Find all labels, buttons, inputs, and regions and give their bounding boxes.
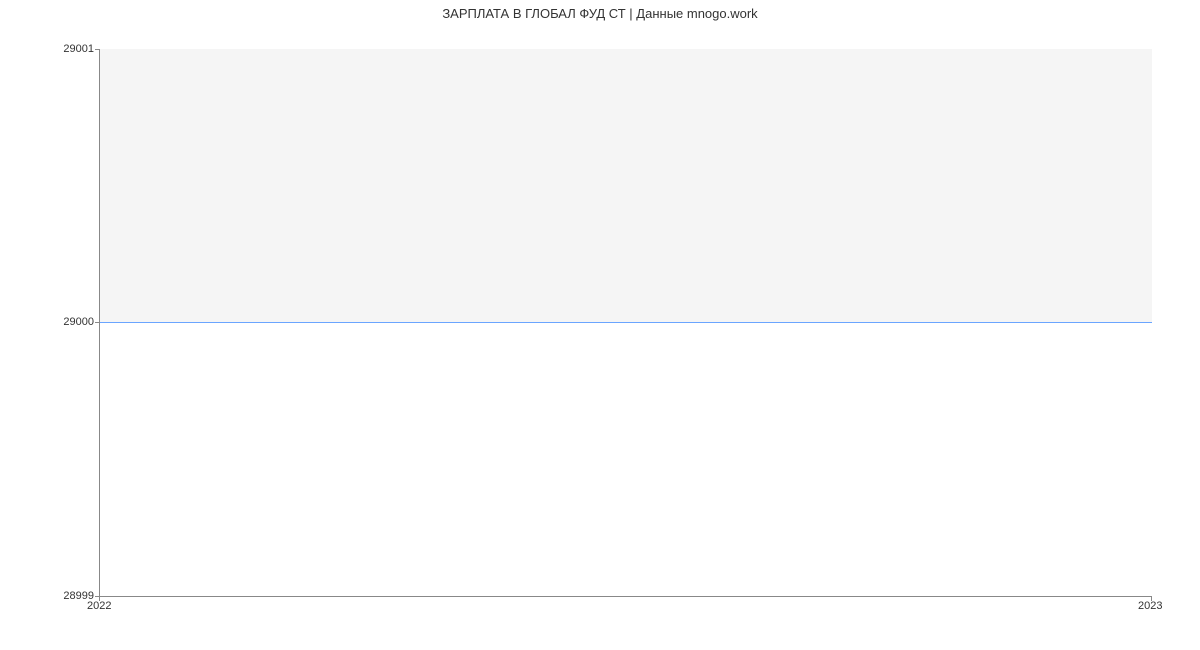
y-tick-28999: 28999 (4, 590, 94, 602)
lower-background-pane (100, 323, 1152, 597)
y-tick-29000: 29000 (4, 316, 94, 328)
y-tick-label: 29001 (63, 43, 94, 55)
series-line-salary (100, 322, 1152, 323)
plot-area (99, 49, 1152, 597)
y-tick-label: 29000 (63, 316, 94, 328)
y-tick-mark (95, 322, 100, 323)
y-tick-mark (95, 49, 100, 50)
chart-title: ЗАРПЛАТА В ГЛОБАЛ ФУД СТ | Данные mnogo.… (0, 6, 1200, 21)
salary-line-chart: ЗАРПЛАТА В ГЛОБАЛ ФУД СТ | Данные mnogo.… (0, 0, 1200, 650)
x-tick-2023: 2023 (1138, 600, 1162, 612)
upper-background-pane (100, 49, 1152, 323)
y-tick-29001: 29001 (4, 43, 94, 55)
x-tick-2022: 2022 (87, 600, 111, 612)
